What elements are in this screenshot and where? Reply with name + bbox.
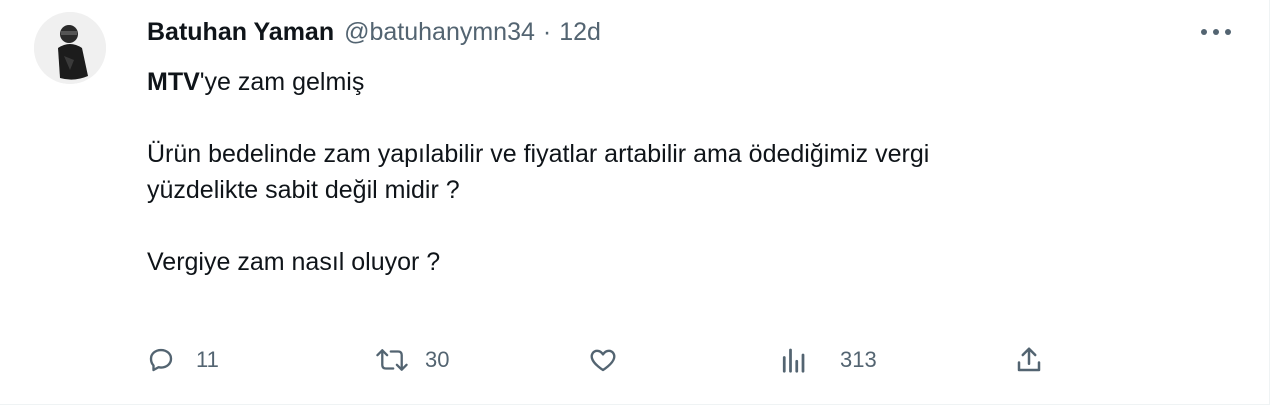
tweet-paragraph-3: Vergiye zam nasıl oluyor ? xyxy=(147,248,441,276)
reply-button[interactable]: 11 xyxy=(146,340,219,380)
tweet-header: Batuhan Yaman @batuhanymn34 · 12d xyxy=(147,16,601,48)
retweet-count: 30 xyxy=(425,347,450,372)
tweet-card[interactable]: Batuhan Yaman @batuhanymn34 · 12d MTV'ye… xyxy=(0,0,1270,405)
hashtag-bold-text: MTV xyxy=(147,68,200,96)
tweet-timestamp[interactable]: 12d xyxy=(559,18,601,47)
tweet-line-1: MTV'ye zam gelmiş xyxy=(147,64,1227,100)
reply-count: 11 xyxy=(196,347,219,372)
tweet-paragraph-2: Ürün bedelinde zam yapılabilir ve fiyatl… xyxy=(147,136,1227,208)
tweet-paragraph-2-line-2: yüzdelikte sabit değil midir ? xyxy=(147,176,460,204)
separator: · xyxy=(542,17,552,46)
more-icon xyxy=(1201,29,1231,35)
retweet-button[interactable]: 30 xyxy=(375,340,449,380)
action-bar: 11 30 313 xyxy=(0,340,1270,380)
share-button[interactable] xyxy=(1014,340,1044,380)
views-count: 313 xyxy=(840,347,877,372)
like-icon xyxy=(590,349,616,372)
tweet-text: MTV'ye zam gelmiş Ürün bedelinde zam yap… xyxy=(147,64,1227,280)
reply-icon xyxy=(149,348,173,372)
avatar[interactable] xyxy=(34,12,106,84)
retweet-icon xyxy=(376,349,408,371)
author-handle[interactable]: @batuhanymn34 xyxy=(344,18,535,47)
more-button[interactable] xyxy=(1196,20,1236,44)
tweet-paragraph-2-line-1: Ürün bedelinde zam yapılabilir ve fiyatl… xyxy=(147,140,930,168)
author-name[interactable]: Batuhan Yaman xyxy=(147,18,334,47)
like-button[interactable] xyxy=(587,340,639,380)
views-button[interactable]: 313 xyxy=(778,340,877,380)
views-icon xyxy=(782,348,805,373)
tweet-line-1-rest: 'ye zam gelmiş xyxy=(199,68,365,96)
share-icon xyxy=(1017,347,1041,372)
